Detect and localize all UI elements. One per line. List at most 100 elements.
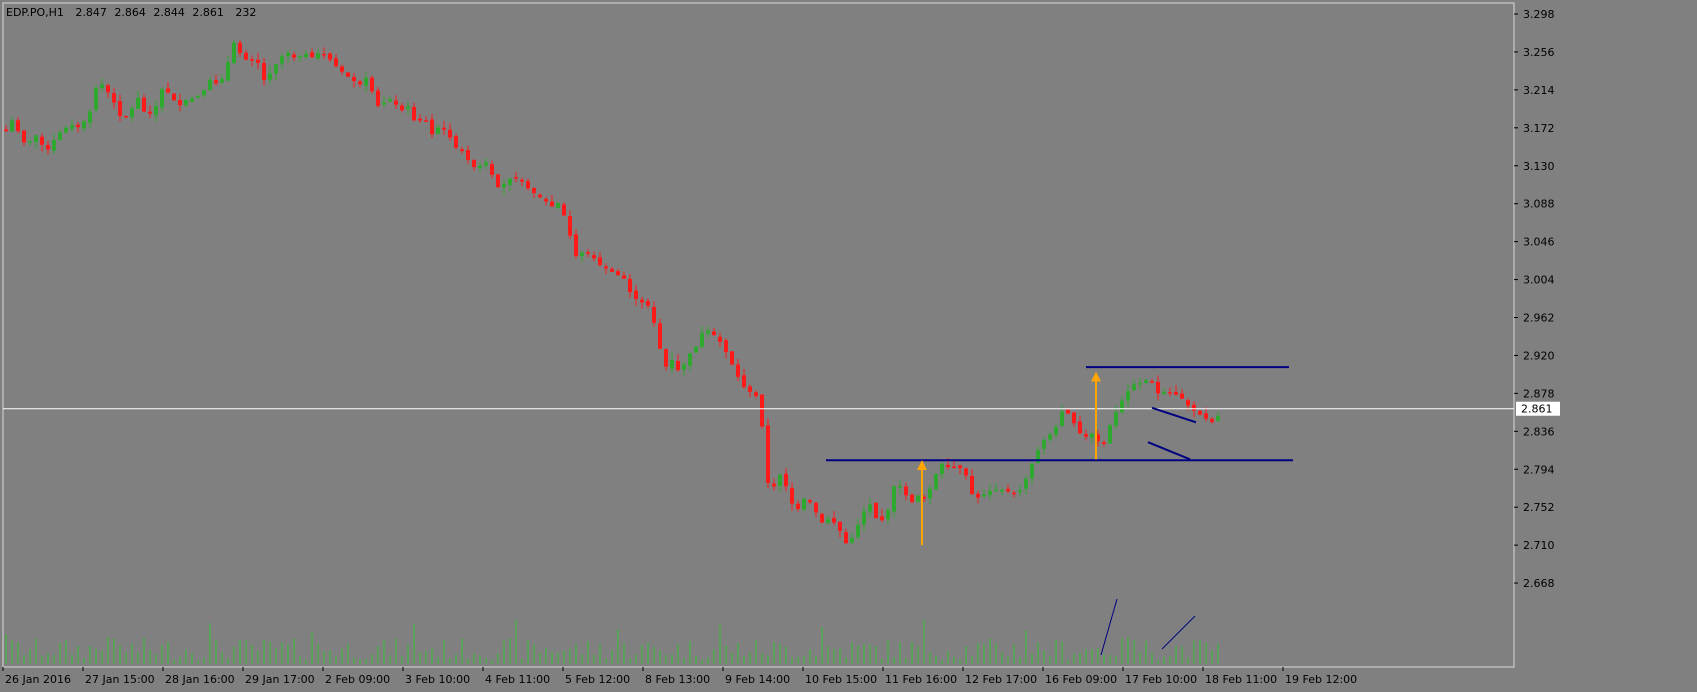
- bear-candle: [346, 72, 350, 77]
- bear-candle: [754, 392, 758, 397]
- price-axis: 3.298 3.256 3.214 3.172 3.130 3.088 3.046 3.004…: [1514, 8, 1555, 590]
- price-chart[interactable]: 2.861 3.298 3.256 3.214 3.172 3.130 3.088 3.04…: [0, 0, 1697, 692]
- bear-candle: [22, 130, 26, 143]
- bear-candle: [370, 77, 374, 92]
- bull-candle: [1120, 400, 1124, 413]
- bear-candle: [412, 106, 416, 121]
- bull-candle: [100, 84, 104, 89]
- chart-header: EDP.PO,H1 2.847 2.864 2.844 2.861 232: [6, 6, 256, 19]
- time-axis: 26 Jan 2016 27 Jan 15:00 28 Jan 16:00 29 Ja…: [2, 667, 1357, 686]
- bear-candle: [568, 216, 572, 236]
- price-tick-label: 2.878: [1523, 387, 1555, 400]
- price-tick-label: 2.710: [1523, 539, 1555, 552]
- bear-candle: [424, 120, 428, 122]
- bull-candle: [862, 511, 866, 525]
- price-tick-label: 3.172: [1523, 122, 1555, 135]
- bear-candle: [454, 136, 458, 148]
- bull-candle: [1018, 490, 1022, 492]
- bear-candle: [1168, 392, 1172, 394]
- bear-candle: [334, 58, 338, 67]
- bear-candle: [646, 301, 650, 306]
- bear-candle: [772, 483, 776, 487]
- bear-candle: [292, 54, 296, 58]
- bear-candle: [814, 502, 818, 513]
- plot-area: [2, 2, 1515, 668]
- time-tick-label: 10 Feb 15:00: [805, 673, 877, 686]
- bear-candle: [4, 129, 8, 132]
- bull-candle: [70, 125, 74, 129]
- bear-candle: [1102, 442, 1106, 444]
- current-price-label: 2.861: [1521, 403, 1553, 416]
- price-tick-label: 3.004: [1523, 274, 1555, 287]
- bull-candle: [154, 105, 158, 116]
- bear-candle: [748, 386, 752, 392]
- time-tick-label: 27 Jan 15:00: [85, 673, 155, 686]
- bull-candle: [1138, 382, 1142, 385]
- bull-candle: [892, 486, 896, 512]
- bear-candle: [622, 275, 626, 279]
- bear-candle: [676, 360, 680, 371]
- bull-candle: [202, 90, 206, 96]
- bull-candle: [136, 98, 140, 110]
- bull-candle: [364, 77, 368, 86]
- bear-candle: [658, 323, 662, 349]
- bear-candle: [598, 257, 602, 266]
- bear-candle: [1072, 412, 1076, 424]
- bull-candle: [64, 127, 68, 133]
- bear-candle: [352, 76, 356, 82]
- bull-candle: [478, 165, 482, 169]
- time-tick-label: 5 Feb 12:00: [565, 673, 630, 686]
- bull-candle: [868, 504, 872, 512]
- bear-candle: [166, 88, 170, 93]
- bear-candle: [238, 42, 242, 53]
- bear-candle: [592, 255, 596, 259]
- bear-candle: [820, 513, 824, 523]
- bear-candle: [1210, 418, 1214, 423]
- bear-candle: [1078, 421, 1082, 434]
- bear-candle: [796, 503, 800, 509]
- bear-candle: [808, 500, 812, 503]
- bull-candle: [82, 121, 86, 129]
- bear-candle: [124, 115, 128, 118]
- bull-candle: [160, 88, 164, 108]
- bull-candle: [670, 359, 674, 369]
- bull-candle: [778, 474, 782, 487]
- bull-candle: [190, 98, 194, 102]
- bull-candle: [226, 62, 230, 81]
- bull-candle: [502, 183, 506, 188]
- time-tick-label: 26 Jan 2016: [5, 673, 71, 686]
- time-tick-label: 16 Feb 09:00: [1045, 673, 1117, 686]
- bear-candle: [418, 118, 422, 121]
- bear-candle: [400, 105, 404, 111]
- high-value: 2.864: [114, 6, 146, 19]
- bull-candle: [28, 141, 32, 143]
- bear-candle: [106, 85, 110, 93]
- bull-candle: [1054, 427, 1058, 435]
- bull-candle: [232, 42, 236, 64]
- bear-candle: [742, 375, 746, 388]
- bear-candle: [652, 306, 656, 323]
- bull-candle: [10, 120, 14, 132]
- bull-candle: [34, 135, 38, 143]
- bear-candle: [538, 194, 542, 198]
- bear-candle: [952, 466, 956, 469]
- bear-candle: [310, 52, 314, 58]
- bull-candle: [826, 519, 830, 524]
- bear-candle: [1156, 381, 1160, 394]
- bear-candle: [664, 349, 668, 367]
- bear-candle: [142, 97, 146, 112]
- bear-candle: [610, 268, 614, 272]
- price-tick-label: 2.668: [1523, 577, 1555, 590]
- bear-candle: [328, 53, 332, 60]
- bear-candle: [16, 120, 20, 132]
- bull-candle: [982, 494, 986, 497]
- bear-candle: [520, 179, 524, 182]
- bull-candle: [1024, 478, 1028, 489]
- bull-candle: [130, 108, 134, 118]
- time-tick-label: 4 Feb 11:00: [485, 673, 550, 686]
- bear-candle: [46, 145, 50, 150]
- bear-candle: [76, 124, 80, 128]
- bear-candle: [472, 160, 476, 168]
- bear-candle: [844, 532, 848, 544]
- bear-candle: [466, 149, 470, 160]
